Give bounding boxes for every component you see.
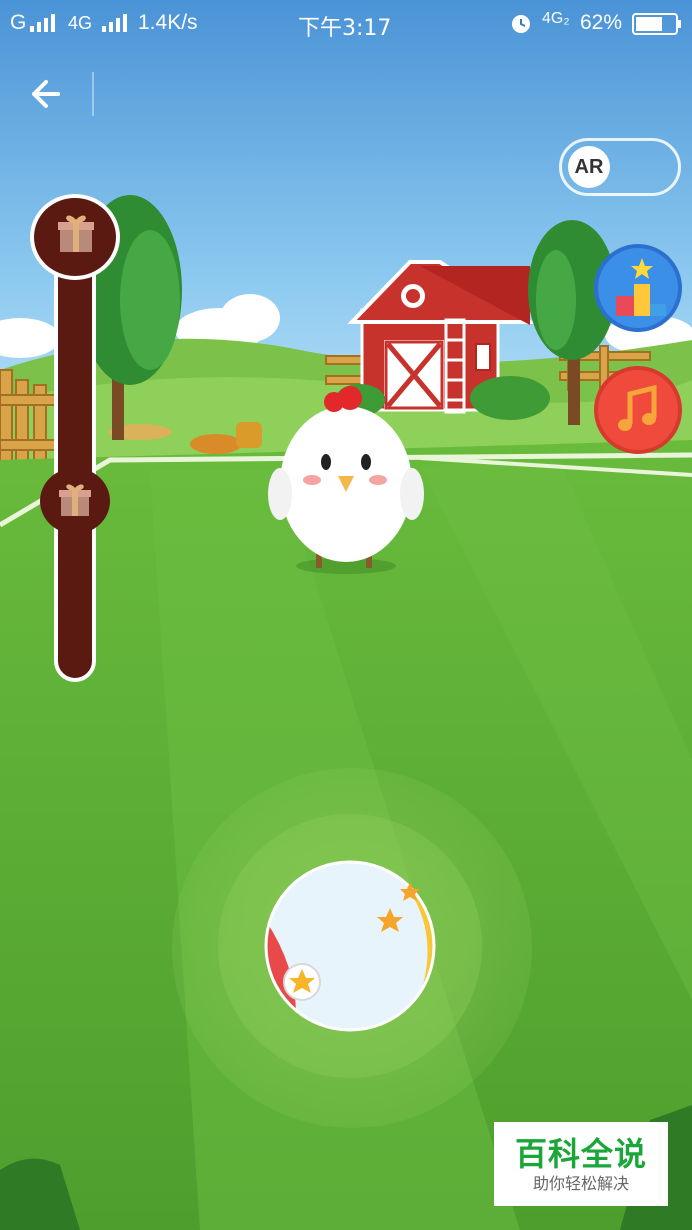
network-speed: 1.4K/s: [138, 11, 198, 34]
signal-icon-1: [30, 14, 55, 32]
carrier-2: 4G: [68, 13, 93, 33]
watermark-title: 百科全说: [514, 1135, 647, 1173]
watermark: 百科全说 助你轻松解决: [494, 1122, 668, 1206]
status-bar: G 4G 1.4K/s 下午3:17 4G₂ 62%: [0, 0, 692, 46]
ar-toggle[interactable]: AR: [559, 138, 681, 196]
leaderboard-button[interactable]: [594, 244, 682, 332]
music-note-icon: [618, 384, 657, 431]
clock: 下午3:17: [298, 16, 392, 41]
gift-progress-handle[interactable]: [40, 468, 110, 534]
gift-reward-top[interactable]: [30, 194, 120, 280]
watermark-subtitle: 助你轻松解决: [532, 1174, 629, 1193]
battery-icon: [632, 13, 681, 35]
music-button[interactable]: [594, 366, 682, 454]
podium-icon: [616, 258, 666, 316]
gift-icon: [59, 484, 91, 516]
beach-ball[interactable]: [172, 760, 532, 1140]
header-divider: [92, 72, 94, 116]
arrow-left-icon: [32, 80, 60, 108]
battery-percent: 62%: [580, 11, 623, 34]
gift-icon: [58, 215, 94, 252]
network-right: 4G₂: [542, 10, 570, 27]
ar-label: AR: [568, 146, 610, 188]
ball-throw-area[interactable]: [172, 760, 532, 1140]
alarm-icon: [512, 15, 530, 33]
signal-icon-2: [102, 14, 127, 32]
carrier-1: G: [10, 11, 27, 34]
gift-progress-track: [54, 212, 96, 682]
back-button[interactable]: [24, 70, 72, 118]
